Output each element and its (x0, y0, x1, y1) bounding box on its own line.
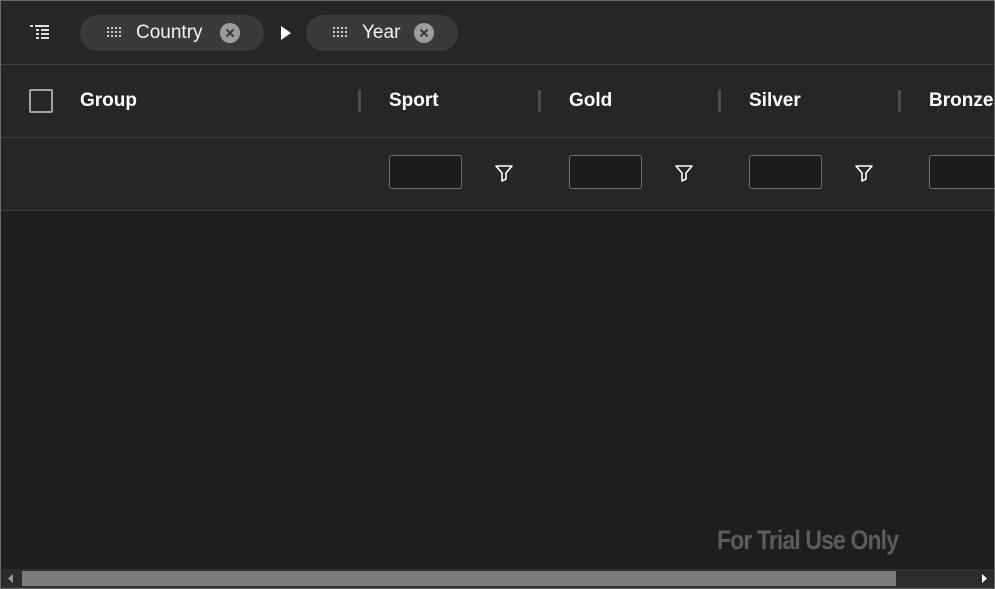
silver-filter-input[interactable] (749, 155, 822, 189)
gold-filter-input[interactable] (569, 155, 642, 189)
column-resize-handle[interactable] (718, 90, 721, 112)
triangle-right-icon (281, 26, 291, 40)
column-header-row: Group Sport Gold Silver Bronze (1, 65, 994, 138)
select-all-checkbox[interactable] (29, 89, 53, 113)
column-header-bronze[interactable]: Bronze (929, 90, 993, 112)
bronze-filter-input[interactable] (929, 155, 994, 189)
column-header-silver[interactable]: Silver (749, 90, 801, 112)
funnel-icon[interactable] (494, 163, 514, 183)
column-resize-handle[interactable] (538, 90, 541, 112)
group-panel: Country Year (1, 1, 994, 65)
filter-row (1, 138, 994, 211)
column-header-group[interactable]: Group (80, 90, 137, 112)
data-grid: Country Year Group Sport Gold Silver Bro… (0, 0, 995, 589)
close-circle-icon[interactable] (220, 23, 240, 43)
horizontal-scrollbar[interactable] (1, 569, 994, 588)
column-header-sport[interactable]: Sport (389, 90, 439, 112)
sport-filter-input[interactable] (389, 155, 462, 189)
group-chip-label: Country (136, 22, 203, 43)
scroll-left-arrow-icon[interactable] (5, 572, 17, 585)
drag-grip-icon[interactable] (107, 26, 123, 40)
scroll-right-arrow-icon[interactable] (978, 572, 990, 585)
column-header-gold[interactable]: Gold (569, 90, 612, 112)
funnel-icon[interactable] (674, 163, 694, 183)
group-chip-year[interactable]: Year (306, 15, 458, 51)
column-resize-handle[interactable] (898, 90, 901, 112)
close-circle-icon[interactable] (414, 23, 434, 43)
drag-grip-icon[interactable] (333, 26, 349, 40)
group-chip-country[interactable]: Country (80, 15, 264, 51)
tree-list-icon[interactable] (29, 23, 51, 43)
group-chip-label: Year (362, 22, 401, 43)
scrollbar-thumb[interactable] (22, 571, 896, 586)
funnel-icon[interactable] (854, 163, 874, 183)
trial-watermark: For Trial Use Only (717, 525, 899, 555)
grid-body (1, 211, 994, 569)
column-resize-handle[interactable] (358, 90, 361, 112)
